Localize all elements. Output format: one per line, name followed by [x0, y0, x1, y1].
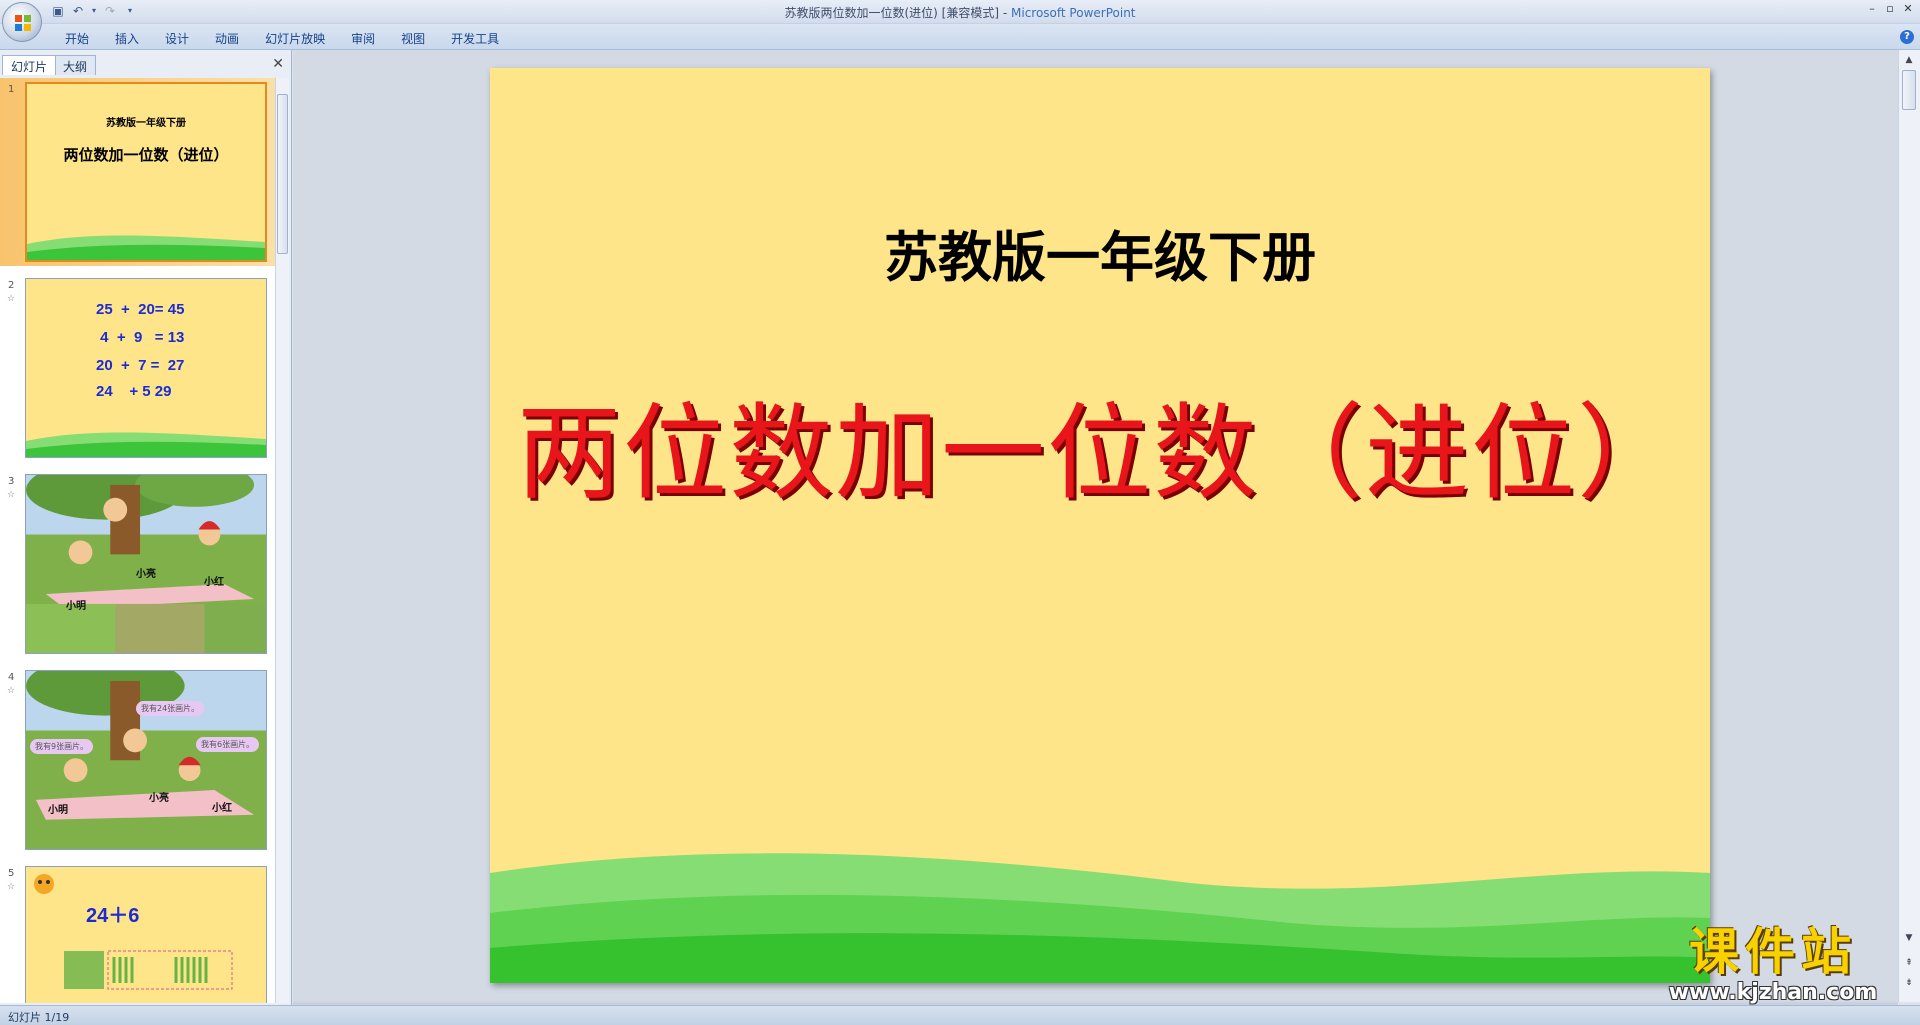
app-name: Microsoft PowerPoint [1011, 6, 1136, 20]
thumb-equation: 24＋6 [86, 905, 140, 927]
scrollbar-thumb[interactable] [1902, 70, 1916, 110]
speech-bubble: 我有9张画片。 [30, 739, 94, 754]
close-pane-icon[interactable]: ✕ [272, 56, 284, 72]
tab-outline[interactable]: 大纲 [54, 55, 97, 75]
equation-line: 4 + 9 = 13 [96, 329, 185, 346]
office-logo-icon [15, 15, 31, 31]
scrollbar-thumb[interactable] [277, 94, 288, 254]
animation-star-icon: ☆ [7, 882, 16, 892]
speech-bubble: 我有6张画片。 [196, 737, 260, 752]
window-controls: – ▫ ✕ [1864, 2, 1916, 18]
slide-thumbnail-1[interactable]: 1 苏教版一年级下册 两位数加一位数（进位） [0, 78, 276, 266]
character-label: 小明 [66, 601, 86, 612]
slide-preview: 小亮 小红 小明 [25, 474, 267, 654]
tab-design[interactable]: 设计 [152, 28, 202, 49]
restore-icon[interactable]: ▫ [1882, 2, 1898, 18]
slide-preview: 24＋6 [25, 866, 267, 1003]
hills-graphic [26, 432, 266, 457]
thumb-subtitle: 苏教版一年级下册 [106, 118, 186, 129]
slide-number: 4 [8, 672, 15, 683]
hills-graphic [27, 235, 265, 260]
window-title: 苏教版两位数加一位数(进位) [兼容模式] - Microsoft PowerP… [0, 4, 1920, 21]
office-button[interactable] [2, 2, 42, 42]
counting-sticks-graphic [64, 950, 233, 990]
watermark-logo: 课件站 www.kjzhan.com [1648, 924, 1898, 1005]
tab-animations[interactable]: 动画 [202, 28, 252, 49]
cartoon-mascot-icon [34, 874, 54, 894]
tab-insert[interactable]: 插入 [102, 28, 152, 49]
slide-preview: 苏教版一年级下册 两位数加一位数（进位） [25, 82, 267, 262]
help-icon[interactable]: ? [1900, 30, 1914, 44]
slide-number: 5 [8, 868, 15, 879]
minimize-icon[interactable]: – [1864, 2, 1880, 18]
slide-editor: 苏教版一年级下册 两位数加一位数（进位） [293, 50, 1898, 1002]
watermark-text: 课件站 [1689, 923, 1857, 981]
slide-number: 1 [8, 84, 15, 95]
speech-bubble: 我有24张画片。 [136, 701, 205, 716]
slide-thumbnail-4[interactable]: 4 ☆ 我有24张画片。 我有9张画片。 我有6张画片。 小明 小亮 小红 [0, 666, 276, 854]
tab-slides[interactable]: 幻灯片 [2, 55, 57, 75]
character-label: 小亮 [149, 793, 169, 804]
tab-developer[interactable]: 开发工具 [438, 28, 512, 49]
ribbon: 开始 插入 设计 动画 幻灯片放映 审阅 视图 开发工具 ? [0, 24, 1920, 50]
slide-thumbnail-3[interactable]: 3 ☆ 小亮 小红 小明 [0, 470, 276, 658]
tab-home[interactable]: 开始 [52, 28, 102, 49]
equation-line: 20 + 7 = 27 [96, 357, 185, 374]
watermark-url: www.kjzhan.com [1668, 980, 1878, 1005]
animation-star-icon: ☆ [7, 686, 16, 696]
previous-slide-icon[interactable]: ⇞ [1899, 955, 1919, 971]
equation-line: 24 + 5 29 [96, 383, 172, 400]
slide-preview: 我有24张画片。 我有9张画片。 我有6张画片。 小明 小亮 小红 [25, 670, 267, 850]
pane-tabs: 幻灯片 大纲 ✕ [0, 53, 292, 75]
tab-slideshow[interactable]: 幻灯片放映 [252, 28, 338, 49]
slide-preview: 25 + 20= 45 4 + 9 = 13 20 + 7 = 27 24 + … [25, 278, 267, 458]
thumb-title: 两位数加一位数（进位） [63, 146, 229, 164]
slide-indicator: 幻灯片 1/19 [8, 1011, 70, 1024]
status-bar: 幻灯片 1/19 [0, 1005, 1920, 1025]
equation-line: 25 + 20= 45 [96, 301, 185, 318]
slide-title[interactable]: 两位数加一位数（进位） [490, 368, 1710, 519]
current-slide[interactable]: 苏教版一年级下册 两位数加一位数（进位） [490, 68, 1710, 983]
thumbnail-scrollbar[interactable] [275, 78, 289, 1003]
close-icon[interactable]: ✕ [1900, 2, 1916, 18]
character-label: 小亮 [136, 569, 156, 580]
scroll-down-icon[interactable]: ▼ [1899, 930, 1919, 946]
slide-thumbnail-2[interactable]: 2 ☆ 25 + 20= 45 4 + 9 = 13 20 + 7 = 27 2… [0, 274, 276, 462]
ribbon-tabs: 开始 插入 设计 动画 幻灯片放映 审阅 视图 开发工具 [52, 28, 512, 49]
character-label: 小红 [204, 577, 224, 588]
thumbnail-list: 1 苏教版一年级下册 两位数加一位数（进位） 2 ☆ 25 + 20= 45 4… [0, 78, 276, 1003]
scroll-up-icon[interactable]: ▲ [1899, 52, 1919, 68]
slide-number: 2 [8, 280, 15, 291]
slide-subtitle[interactable]: 苏教版一年级下册 [490, 213, 1710, 292]
hills-graphic [490, 853, 1710, 983]
title-bar: ▣ ↶ ▾ ↷ ▾ 苏教版两位数加一位数(进位) [兼容模式] - Micros… [0, 0, 1920, 42]
animation-star-icon: ☆ [7, 294, 16, 304]
tab-review[interactable]: 审阅 [338, 28, 388, 49]
document-title: 苏教版两位数加一位数(进位) [兼容模式] - [784, 6, 1011, 20]
character-label: 小红 [212, 803, 232, 814]
animation-star-icon: ☆ [7, 490, 16, 500]
character-label: 小明 [48, 805, 68, 816]
slide-scrollbar[interactable]: ▲ ▼ ⇞ ⇟ [1898, 50, 1920, 1002]
slide-number: 3 [8, 476, 15, 487]
picnic-scene-illustration [26, 671, 266, 849]
next-slide-icon[interactable]: ⇟ [1899, 975, 1919, 991]
slides-pane: 幻灯片 大纲 ✕ 1 苏教版一年级下册 两位数加一位数（进位） 2 ☆ 25 +… [0, 50, 292, 1005]
tab-view[interactable]: 视图 [388, 28, 438, 49]
slide-thumbnail-5[interactable]: 5 ☆ 24＋6 [0, 862, 276, 1003]
